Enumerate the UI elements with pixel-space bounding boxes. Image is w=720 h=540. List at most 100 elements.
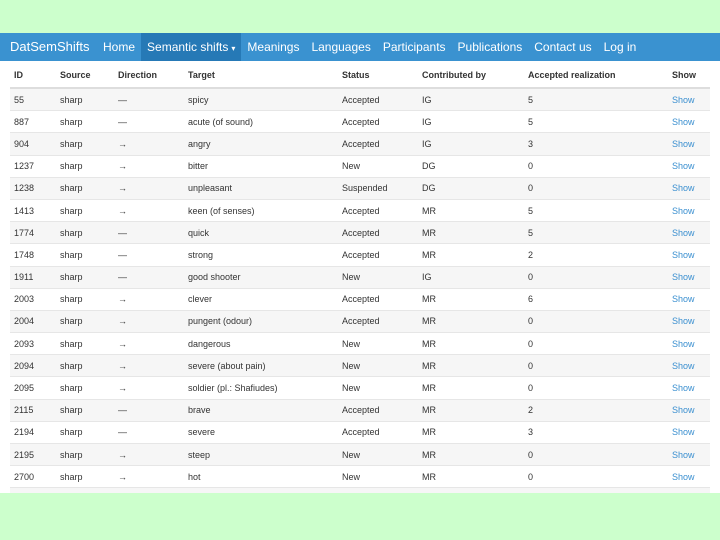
col-header-show[interactable]: Show (668, 63, 710, 89)
show-link[interactable]: Show (672, 339, 695, 349)
cell-accepted-realization: 0 (524, 154, 668, 178)
brand-logo[interactable]: DatSemShifts (10, 39, 89, 54)
cell-status: Suspended (338, 176, 418, 200)
cell-id: 1238 (10, 176, 56, 200)
cell-show: Show (668, 287, 710, 311)
cell-source: sharp (56, 420, 114, 444)
cell-direction: → (114, 176, 184, 200)
cell-id: 2095 (10, 376, 56, 400)
show-link[interactable]: Show (672, 117, 695, 127)
show-link[interactable]: Show (672, 206, 695, 216)
cell-id: 2115 (10, 398, 56, 422)
cell-contributed-by: MR (418, 487, 524, 493)
cell-show: Show (668, 465, 710, 488)
show-link[interactable]: Show (672, 139, 695, 149)
cell-target: severe (184, 420, 338, 444)
nav-semantic-shifts-label: Semantic shifts (147, 40, 229, 54)
col-header-status[interactable]: Status (338, 63, 418, 89)
col-header-id[interactable]: ID (10, 63, 56, 89)
cell-status: Accepted (338, 221, 418, 244)
nav-languages[interactable]: Languages (305, 33, 376, 61)
cell-direction: → (114, 376, 184, 400)
cell-source: sharp (56, 87, 114, 111)
cell-status: New (338, 376, 418, 400)
cell-target: hot (184, 465, 338, 488)
cell-direction: → (114, 465, 184, 488)
nav-home[interactable]: Home (97, 33, 141, 61)
col-header-direction[interactable]: Direction (114, 63, 184, 89)
cell-target: pungent (odour) (184, 309, 338, 333)
cell-target: clever (184, 287, 338, 311)
table-row: 2004 sharp → pungent (odour) Accepted MR 0 Show (10, 309, 710, 333)
cell-direction: → (114, 154, 184, 178)
navbar: DatSemShifts Home Semantic shifts ▾ Meani… (0, 33, 720, 61)
cell-direction: → (114, 442, 184, 466)
cell-source: sharp (56, 309, 114, 333)
cell-source: sharp (56, 243, 114, 266)
nav-log-in[interactable]: Log in (598, 33, 643, 61)
nav-publications[interactable]: Publications (452, 33, 529, 61)
show-link[interactable]: Show (672, 228, 695, 238)
show-link[interactable]: Show (672, 405, 695, 415)
show-link[interactable]: Show (672, 294, 695, 304)
cell-source: sharp (56, 287, 114, 311)
table-row: 887 sharp — acute (of sound) Accepted IG 5 Show (10, 110, 710, 133)
show-link[interactable]: Show (672, 183, 695, 193)
table-row: 2094 sharp → severe (about pain) New MR 0 Show (10, 354, 710, 377)
col-header-target[interactable]: Target (184, 63, 338, 89)
cell-status: Accepted (338, 420, 418, 444)
cell-status: New (338, 487, 418, 493)
cell-source: sharp (56, 487, 114, 493)
show-link[interactable]: Show (672, 472, 695, 482)
cell-contributed-by: MR (418, 287, 524, 311)
cell-id: 887 (10, 110, 56, 133)
cell-status: Accepted (338, 132, 418, 156)
cell-contributed-by: MR (418, 420, 524, 444)
cell-accepted-realization: 0 (524, 309, 668, 333)
cell-id: 2194 (10, 420, 56, 444)
cell-id: 2093 (10, 332, 56, 355)
cell-target: soldier (pl.: Shafiudes) (184, 376, 338, 400)
cell-status: Accepted (338, 287, 418, 311)
nav-menu: Home Semantic shifts ▾ Meanings Languages… (97, 33, 642, 61)
nav-semantic-shifts[interactable]: Semantic shifts ▾ (141, 33, 242, 61)
cell-status: New (338, 265, 418, 289)
cell-target: angry (184, 132, 338, 156)
cell-source: sharp (56, 376, 114, 400)
nav-participants[interactable]: Participants (377, 33, 452, 61)
show-link[interactable]: Show (672, 361, 695, 371)
nav-meanings[interactable]: Meanings (241, 33, 305, 61)
table-row: 2115 sharp — brave Accepted MR 2 Show (10, 398, 710, 422)
col-header-contributed-by[interactable]: Contributed by (418, 63, 524, 89)
cell-status: New (338, 442, 418, 466)
cell-status: Accepted (338, 87, 418, 111)
show-link[interactable]: Show (672, 250, 695, 260)
show-link[interactable]: Show (672, 427, 695, 437)
cell-direction: → (114, 487, 184, 493)
cell-accepted-realization: 2 (524, 398, 668, 422)
col-header-accepted-realization[interactable]: Accepted realization (524, 63, 668, 89)
cell-status: Accepted (338, 309, 418, 333)
show-link[interactable]: Show (672, 383, 695, 393)
cell-accepted-realization: 2 (524, 243, 668, 266)
cell-id: 2004 (10, 309, 56, 333)
cell-contributed-by: MR (418, 376, 524, 400)
cell-accepted-realization: 3 (524, 420, 668, 444)
cell-show: Show (668, 176, 710, 200)
nav-contact-us[interactable]: Contact us (528, 33, 597, 61)
cell-status: Accepted (338, 243, 418, 266)
cell-contributed-by: MR (418, 465, 524, 488)
show-link[interactable]: Show (672, 161, 695, 171)
browser-viewport: DatSemShifts Home Semantic shifts ▾ Meani… (0, 33, 720, 493)
cell-target: acute (of sound) (184, 110, 338, 133)
table-row: 1748 sharp — strong Accepted MR 2 Show (10, 243, 710, 266)
show-link[interactable]: Show (672, 450, 695, 460)
cell-contributed-by: MR (418, 198, 524, 222)
table-row: 1774 sharp — quick Accepted MR 5 Show (10, 221, 710, 244)
col-header-source[interactable]: Source (56, 63, 114, 89)
show-link[interactable]: Show (672, 316, 695, 326)
cell-contributed-by: IG (418, 265, 524, 289)
show-link[interactable]: Show (672, 95, 695, 105)
show-link[interactable]: Show (672, 272, 695, 282)
cell-target: dangerous (184, 332, 338, 355)
